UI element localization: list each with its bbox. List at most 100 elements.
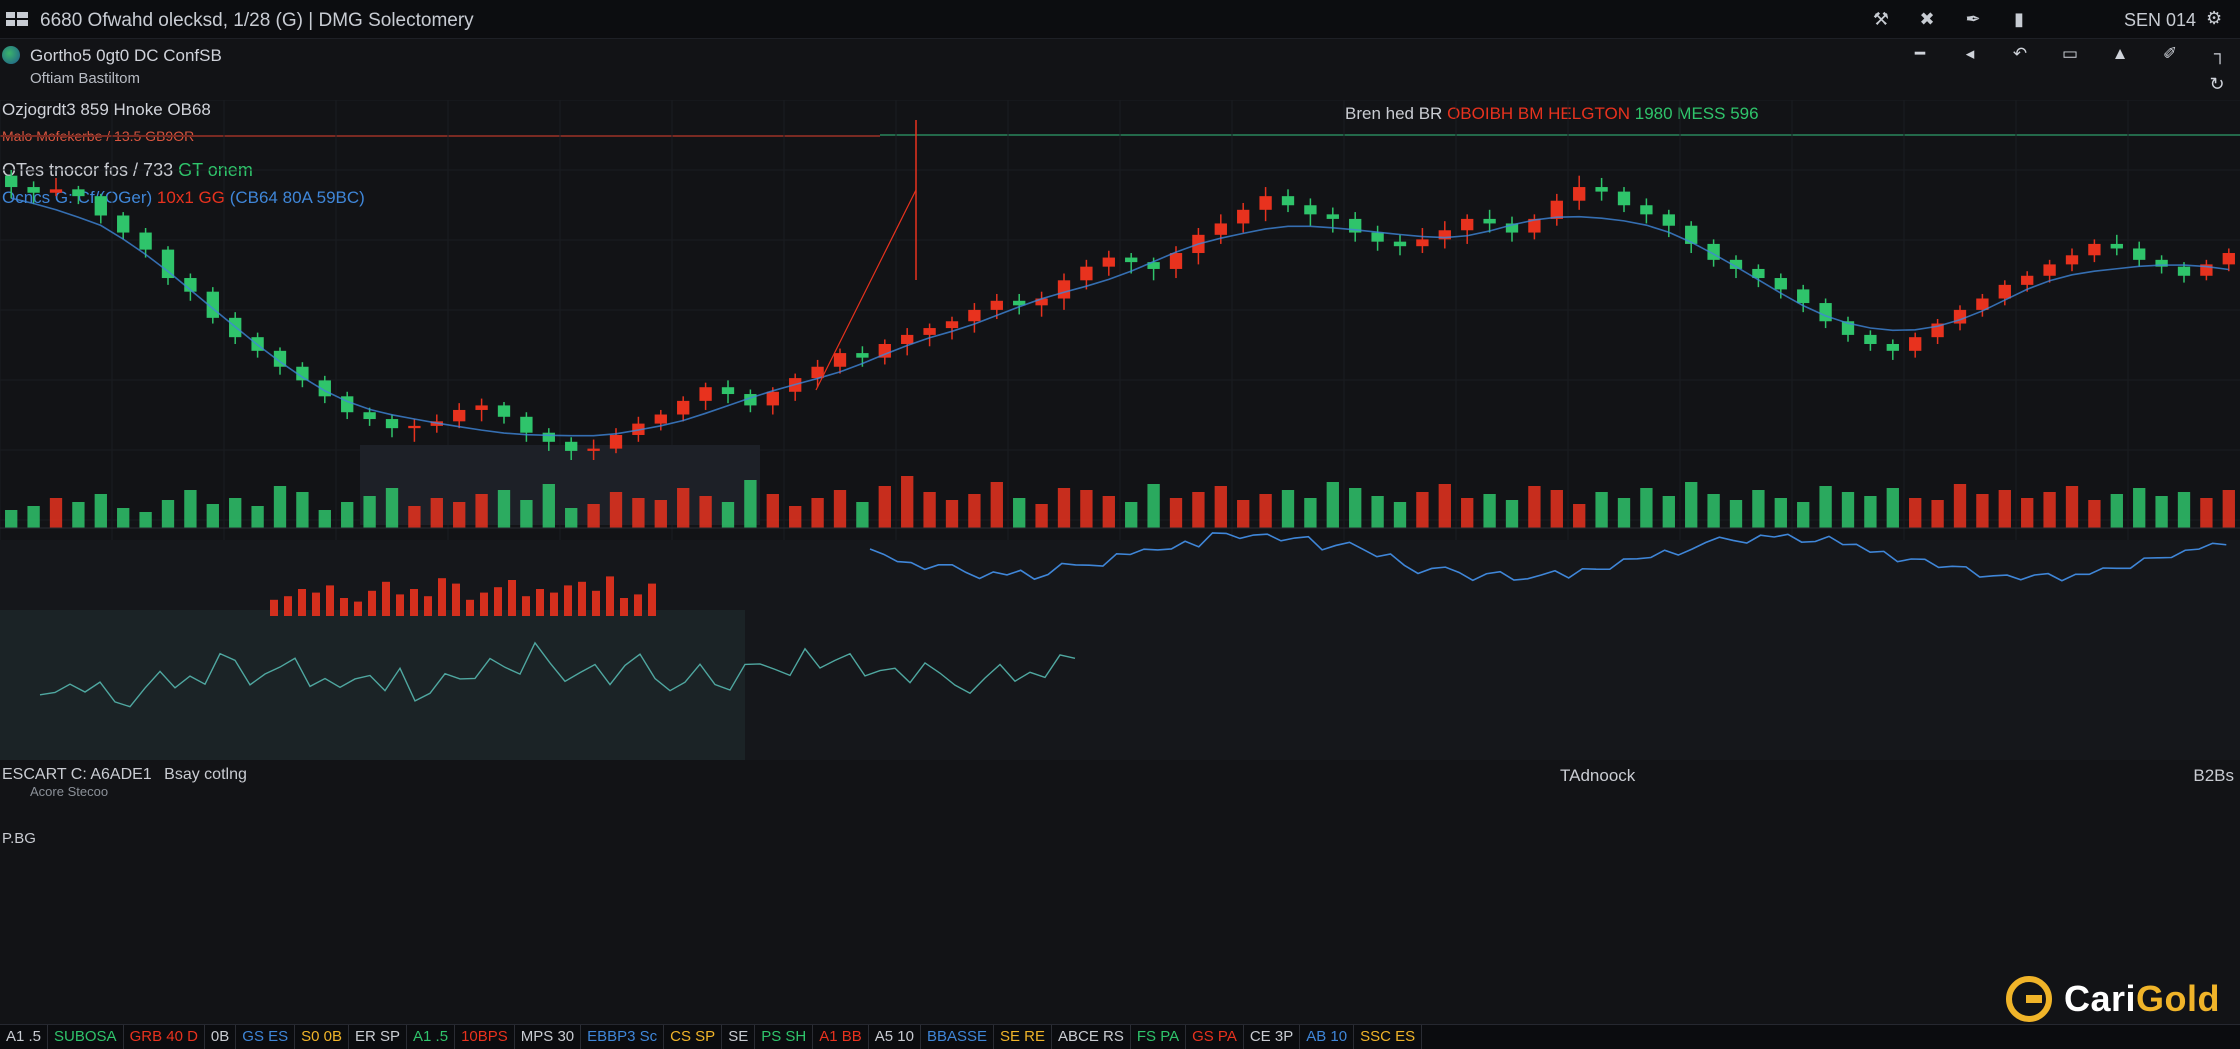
- volume-bar: [1797, 502, 1810, 528]
- status-cell[interactable]: A5 10: [869, 1025, 921, 1049]
- candle-body: [475, 405, 488, 410]
- status-cell[interactable]: SUBOSA: [48, 1025, 124, 1049]
- candle-body: [721, 387, 735, 395]
- candle-body: [385, 419, 399, 429]
- candle-body: [1774, 278, 1787, 290]
- symbol-name[interactable]: Gortho5 0gt0 DC ConfSB: [30, 46, 222, 66]
- volume-bar: [1819, 486, 1832, 528]
- volume-bar: [117, 508, 130, 528]
- volume-bar: [856, 502, 869, 528]
- candle-body: [587, 448, 600, 451]
- draw-line-icon[interactable]: ━: [1908, 44, 1932, 64]
- oscillator-bar: [480, 592, 488, 616]
- status-cell[interactable]: SSC ES: [1354, 1025, 1423, 1049]
- status-cell[interactable]: GS ES: [236, 1025, 296, 1049]
- pen-icon[interactable]: ✒: [1962, 8, 1984, 30]
- volume-bar: [1841, 492, 1855, 528]
- lower-panel-small: P.BG: [2, 830, 36, 847]
- status-cell[interactable]: MPS 30: [515, 1025, 582, 1049]
- status-cell[interactable]: A1 BB: [813, 1025, 869, 1049]
- volume-bar: [1931, 500, 1944, 528]
- candle-body: [2021, 275, 2034, 285]
- volume-bar: [1169, 498, 1183, 528]
- candle-body: [1662, 214, 1675, 226]
- volume-bar: [968, 494, 981, 528]
- frame-icon[interactable]: ▭: [2058, 44, 2082, 64]
- candle-body: [1281, 196, 1295, 206]
- status-cell[interactable]: CE 3P: [1244, 1025, 1301, 1049]
- status-cell[interactable]: EBBP3 Sc: [581, 1025, 665, 1049]
- volume-bar: [2110, 494, 2123, 528]
- candle-body: [1864, 334, 1877, 344]
- candle-body: [901, 334, 914, 344]
- window-title: 6680 Ofwahd olecksd, 1/28 (G) | DMG Sole…: [40, 10, 474, 31]
- status-cell[interactable]: CS SP: [664, 1025, 723, 1049]
- status-cell[interactable]: ABCE RS: [1052, 1025, 1131, 1049]
- arrow-left-icon[interactable]: ◂: [1958, 44, 1982, 64]
- status-cell[interactable]: A1 .5: [407, 1025, 456, 1049]
- refresh-icon[interactable]: ↻: [2202, 74, 2232, 95]
- oscillator-bar: [424, 596, 432, 616]
- candle-body: [94, 196, 107, 216]
- cross-tool-icon[interactable]: ✖: [1916, 8, 1938, 30]
- volume-bar: [1864, 496, 1877, 528]
- candle-body: [1461, 218, 1474, 231]
- settings-icon[interactable]: ⚙: [2206, 8, 2230, 30]
- status-cell[interactable]: A1 .5: [0, 1025, 49, 1049]
- candle-body: [990, 300, 1003, 310]
- volume-bar: [1685, 482, 1698, 528]
- candle-body: [1057, 280, 1071, 299]
- candle-body: [5, 175, 18, 188]
- candle-body: [1237, 209, 1250, 224]
- oscillator-bar: [466, 599, 474, 616]
- symbol-description: Oftiam Bastiltom: [30, 70, 141, 87]
- candle-body: [453, 409, 466, 422]
- status-cell[interactable]: SE RE: [994, 1025, 1052, 1049]
- status-cell[interactable]: PS SH: [755, 1025, 814, 1049]
- menu-icon[interactable]: [6, 11, 28, 27]
- status-cell[interactable]: 10BPS: [455, 1025, 515, 1049]
- status-cell[interactable]: GRB 40 D: [124, 1025, 205, 1049]
- volume-bar: [1438, 484, 1451, 528]
- oscillator-shade: [0, 610, 745, 760]
- status-cell[interactable]: ER SP: [349, 1025, 408, 1049]
- lower-panel-mid-label: TAdnoock: [1560, 766, 1636, 785]
- volume-bar: [2177, 492, 2191, 528]
- wrench-icon[interactable]: ⚒: [1870, 8, 1892, 30]
- undo-icon[interactable]: ↶: [2008, 44, 2032, 64]
- candle-body: [654, 414, 667, 424]
- battery-icon[interactable]: ▮: [2008, 8, 2030, 30]
- oscillator-bar: [536, 589, 544, 616]
- lower-panel-sub: Acore Stecoo: [30, 784, 109, 799]
- volume-bar: [1057, 488, 1071, 528]
- oscillator-bar: [312, 592, 320, 616]
- volume-bar: [2021, 498, 2034, 528]
- status-cell[interactable]: GS PA: [1186, 1025, 1244, 1049]
- volume-bar: [49, 498, 63, 528]
- price-chart[interactable]: [0, 100, 2240, 760]
- volume-bar: [1214, 486, 1227, 528]
- pencil-icon[interactable]: ✐: [2158, 44, 2182, 64]
- candle-body: [1125, 257, 1138, 263]
- status-cell[interactable]: 0B: [205, 1025, 237, 1049]
- brand-name: CariGold: [2063, 978, 2220, 1019]
- status-cell[interactable]: AB 10: [1300, 1025, 1355, 1049]
- volume-bar: [430, 498, 443, 528]
- candle-body: [49, 189, 63, 193]
- oscillator-bar: [368, 590, 376, 616]
- candle-body: [923, 328, 936, 335]
- status-cell[interactable]: BBASSE: [921, 1025, 994, 1049]
- status-cell[interactable]: SE: [722, 1025, 756, 1049]
- oscillator-bar: [410, 589, 418, 616]
- candle-body: [1080, 266, 1093, 281]
- candle-body: [1573, 187, 1586, 201]
- brand-logo: CariGold: [2005, 976, 2220, 1022]
- volume-bar: [1729, 500, 1743, 528]
- volume-bar: [990, 482, 1003, 528]
- status-cell[interactable]: S0 0B: [295, 1025, 350, 1049]
- candle-body: [1259, 196, 1272, 210]
- volume-bar: [609, 492, 623, 528]
- lock-icon[interactable]: ▲: [2108, 44, 2132, 64]
- status-cell[interactable]: FS PA: [1131, 1025, 1187, 1049]
- bracket-icon[interactable]: ┐: [2208, 44, 2232, 64]
